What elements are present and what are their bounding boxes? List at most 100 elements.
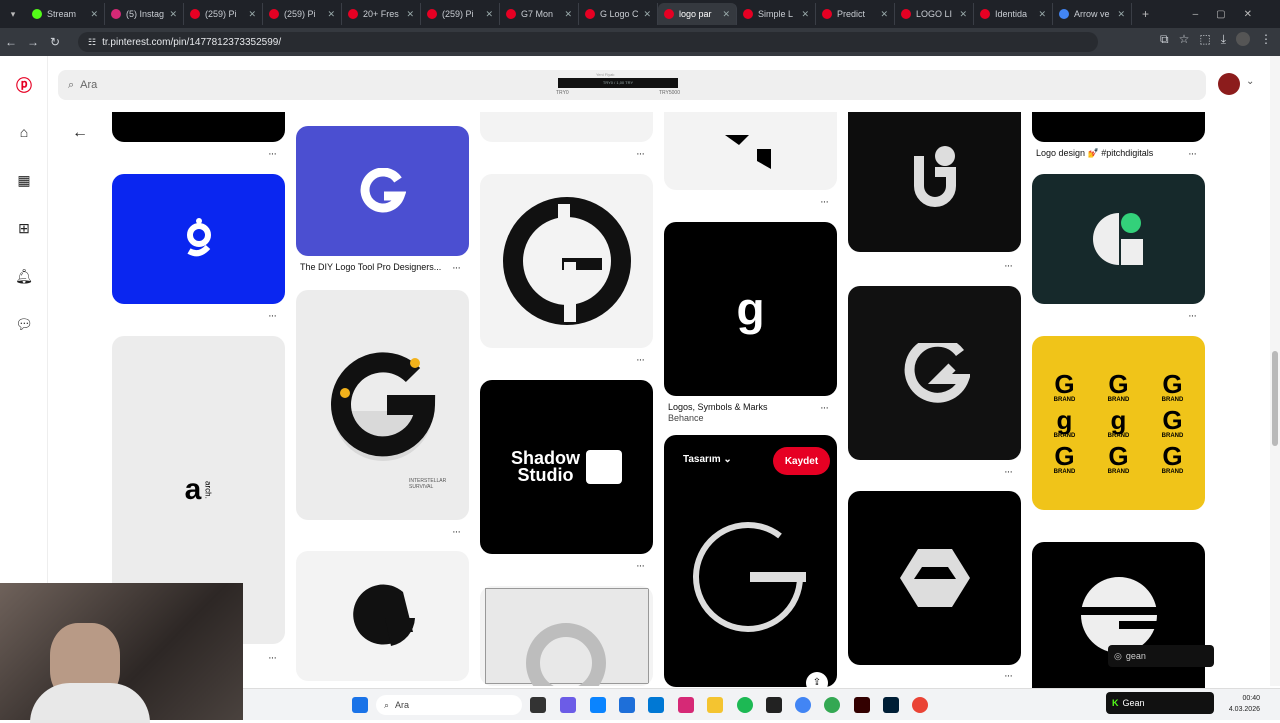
pin-card[interactable] xyxy=(1032,112,1205,142)
home-icon[interactable]: ⌂ xyxy=(14,122,34,142)
reload-icon[interactable]: ↻ xyxy=(44,35,66,49)
tab-close-icon[interactable]: ✕ xyxy=(90,9,98,20)
extensions-icon[interactable]: ⬚ xyxy=(1199,32,1210,47)
install-icon[interactable]: ⧉ xyxy=(1160,32,1169,47)
site-info-icon[interactable]: ☷ xyxy=(88,37,96,48)
tab-close-icon[interactable]: ✕ xyxy=(485,9,493,20)
pin-card[interactable] xyxy=(112,112,285,142)
tab-close-icon[interactable]: ✕ xyxy=(722,9,730,20)
pin-card[interactable] xyxy=(848,286,1021,460)
file-explorer-icon[interactable] xyxy=(707,697,723,713)
bookmark-icon[interactable]: ☆ xyxy=(1179,32,1190,47)
board-select[interactable]: Tasarım ⌄ xyxy=(683,454,732,465)
tab-close-icon[interactable]: ✕ xyxy=(248,9,256,20)
address-bar[interactable]: ☷ tr.pinterest.com/pin/1477812373352599/ xyxy=(78,32,1098,52)
browser-tab[interactable]: G7 Mon ✕ xyxy=(500,3,579,25)
pin-card[interactable] xyxy=(480,174,653,348)
pin-more-icon[interactable]: ··· xyxy=(1188,310,1197,322)
tab-close-icon[interactable]: ✕ xyxy=(327,9,335,20)
spotify-icon[interactable] xyxy=(737,697,753,713)
browser-tab[interactable]: Predict ✕ xyxy=(816,3,895,25)
pin-more-icon[interactable]: ··· xyxy=(268,652,277,664)
pin-card[interactable] xyxy=(480,586,653,686)
pin-more-icon[interactable]: ··· xyxy=(1188,148,1197,160)
tab-close-icon[interactable]: ✕ xyxy=(406,9,414,20)
pin-card[interactable]: g xyxy=(664,222,837,396)
user-avatar[interactable] xyxy=(1218,73,1240,95)
messages-icon[interactable]: 💬︎ xyxy=(14,314,34,334)
tab-close-icon[interactable]: ✕ xyxy=(1038,9,1046,20)
pin-more-icon[interactable]: ··· xyxy=(636,148,645,160)
pin-card[interactable] xyxy=(848,491,1021,665)
notifications-icon[interactable]: 🔔︎ xyxy=(14,266,34,286)
save-button[interactable]: Kaydet xyxy=(773,447,830,475)
pin-card[interactable]: G BRAND G BRAND G BRAND g BRAND g BRAND G BRAN… xyxy=(1032,336,1205,510)
browser-tab[interactable]: (5) Instag ✕ xyxy=(105,3,184,25)
create-icon[interactable]: ⊞ xyxy=(14,218,34,238)
copilot-icon[interactable] xyxy=(560,697,576,713)
pin-more-icon[interactable]: ··· xyxy=(1004,670,1013,682)
new-tab-icon[interactable]: + xyxy=(1142,7,1149,21)
outlook-icon[interactable] xyxy=(648,697,664,713)
browser-tab[interactable]: (259) Pi ✕ xyxy=(184,3,263,25)
pin-card[interactable] xyxy=(296,551,469,681)
pin-card[interactable]: Shadow Studio xyxy=(480,380,653,554)
pin-card[interactable]: INTERSTELLAR SURVIVAL xyxy=(296,290,469,520)
tab-close-icon[interactable]: ✕ xyxy=(169,9,177,20)
forward-icon[interactable]: → xyxy=(22,35,44,49)
browser-tab[interactable]: G Logo C ✕ xyxy=(579,3,658,25)
pin-card[interactable] xyxy=(296,126,469,256)
browser-tab[interactable]: Simple L ✕ xyxy=(737,3,816,25)
search-input[interactable]: Ara xyxy=(80,79,97,91)
chrome-profile-icon[interactable] xyxy=(824,697,840,713)
browser-tab[interactable]: (259) Pi ✕ xyxy=(421,3,500,25)
download-icon[interactable]: ⤓ xyxy=(1221,32,1226,47)
chrome-icon[interactable] xyxy=(795,697,811,713)
browser-tab[interactable]: Stream ✕ xyxy=(26,3,105,25)
browser-tab[interactable]: Identida ✕ xyxy=(974,3,1053,25)
pin-more-icon[interactable]: ··· xyxy=(820,196,829,208)
tab-menu-icon[interactable]: ▾ xyxy=(0,9,26,20)
store-icon[interactable] xyxy=(619,697,635,713)
tab-close-icon[interactable]: ✕ xyxy=(643,9,651,20)
pin-card[interactable] xyxy=(480,112,653,142)
illustrator-icon[interactable] xyxy=(854,697,870,713)
more-icon[interactable]: ⋮ xyxy=(1260,32,1272,47)
window-controls[interactable]: –▢✕ xyxy=(1193,9,1270,20)
browser-tab[interactable]: (259) Pi ✕ xyxy=(263,3,342,25)
tab-close-icon[interactable]: ✕ xyxy=(880,9,888,20)
scrollbar-thumb[interactable] xyxy=(1272,351,1278,446)
back-icon[interactable]: ← xyxy=(0,35,22,49)
browser-tab[interactable]: logo par ✕ xyxy=(658,3,737,25)
browser-tab[interactable]: 20+ Fres ✕ xyxy=(342,3,421,25)
windows-start-icon[interactable] xyxy=(352,697,368,713)
pinterest-logo-icon[interactable]: ⓟ xyxy=(14,74,34,95)
chevron-down-icon[interactable]: ⌄ xyxy=(1246,76,1254,87)
tab-close-icon[interactable]: ✕ xyxy=(564,9,572,20)
pin-card[interactable] xyxy=(1032,174,1205,304)
page-scrollbar[interactable] xyxy=(1270,56,1280,686)
explore-icon[interactable]: ▦ xyxy=(14,170,34,190)
back-arrow-icon[interactable]: ← xyxy=(72,124,88,142)
pin-card[interactable] xyxy=(848,112,1021,252)
pin-more-icon[interactable]: ··· xyxy=(636,560,645,572)
instagram-icon[interactable] xyxy=(678,697,694,713)
pin-more-icon[interactable]: ··· xyxy=(1004,466,1013,478)
tab-close-icon[interactable]: ✕ xyxy=(959,9,967,20)
pin-card[interactable] xyxy=(112,174,285,304)
pin-more-icon[interactable]: ··· xyxy=(820,402,829,414)
pin-more-icon[interactable]: ··· xyxy=(636,354,645,366)
profile-avatar[interactable] xyxy=(1236,32,1250,46)
edge-icon[interactable] xyxy=(590,697,606,713)
pin-more-icon[interactable]: ··· xyxy=(452,526,461,538)
task-view-icon[interactable] xyxy=(530,697,546,713)
browser-tab[interactable]: Arrow ve ✕ xyxy=(1053,3,1132,25)
pin-card[interactable] xyxy=(664,112,837,190)
browser-tab[interactable]: LOGO LI ✕ xyxy=(895,3,974,25)
pin-more-icon[interactable]: ··· xyxy=(268,310,277,322)
tab-close-icon[interactable]: ✕ xyxy=(1117,9,1125,20)
system-clock[interactable]: 00:40 4.03.2026 xyxy=(1229,693,1260,715)
app-icon[interactable] xyxy=(766,697,782,713)
pin-more-icon[interactable]: ··· xyxy=(452,262,461,274)
photoshop-icon[interactable] xyxy=(883,697,899,713)
